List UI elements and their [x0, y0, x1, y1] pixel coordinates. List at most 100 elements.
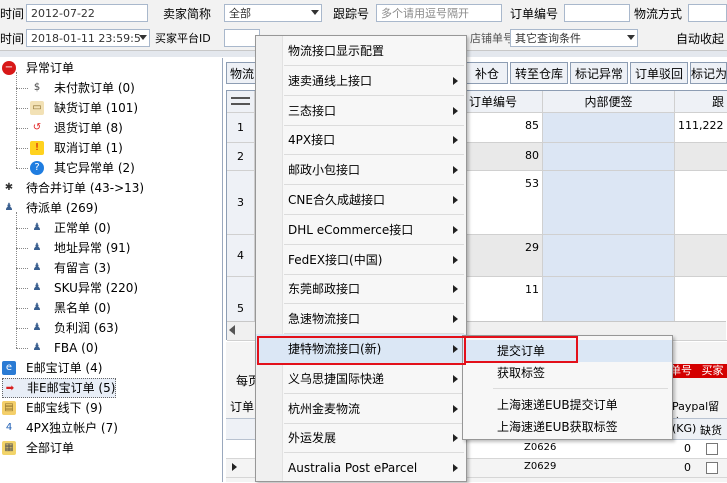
menu-item[interactable]: 物流接口显示配置	[256, 36, 466, 66]
weight-cell: 0	[684, 442, 691, 455]
menu-item[interactable]: 东莞邮政接口	[256, 274, 466, 304]
tree-item-label: 退货订单 (8)	[54, 121, 123, 135]
tree-item[interactable]: ♟ 有留言 (3)	[30, 258, 111, 278]
order-no-cell[interactable]: 80	[467, 143, 543, 171]
menu-item[interactable]: 三态接口	[256, 96, 466, 126]
tree-item[interactable]: ♟ 正常单 (0)	[30, 218, 111, 238]
tree-item-label: 待合并订单 (43->13)	[26, 181, 145, 195]
menu-item[interactable]: 义乌思捷国际快递	[256, 364, 466, 394]
mark-as-button[interactable]: 标记为	[690, 62, 727, 84]
tree-item[interactable]: $ 未付款订单 (0)	[30, 78, 135, 98]
grid-corner[interactable]	[227, 91, 255, 113]
tree-connector	[16, 308, 28, 309]
row-number[interactable]: 4	[227, 235, 255, 277]
tree-item[interactable]: − 异常订单	[2, 58, 74, 78]
tree-item[interactable]: ✱ 待合并订单 (43->13)	[2, 178, 144, 198]
logistics-button[interactable]: 物流	[226, 62, 258, 84]
memo-cell[interactable]	[543, 235, 675, 277]
tree-item[interactable]: ▤ E邮宝线下 (9)	[2, 398, 102, 418]
col-header-memo[interactable]: 内部便签	[543, 91, 675, 113]
row-number[interactable]: 2	[227, 143, 255, 171]
missing-checkbox[interactable]	[706, 462, 718, 474]
shop-order-label: 店铺单号	[470, 32, 514, 45]
order-label: 订单	[230, 400, 255, 414]
tab-buyer[interactable]: 买家	[696, 364, 724, 377]
seller-select[interactable]: 全部	[224, 4, 322, 22]
tree-item[interactable]: 4 4PX独立帐户 (7)	[2, 418, 118, 438]
missing-checkbox[interactable]	[706, 443, 718, 455]
submenu-arrow-icon	[453, 196, 458, 204]
order-no-cell[interactable]: 29	[467, 235, 543, 277]
tree-item[interactable]: ♟ 黑名单 (0)	[30, 298, 111, 318]
row-number[interactable]: 1	[227, 113, 255, 143]
chevron-down-icon	[311, 10, 319, 15]
memo-cell[interactable]	[543, 171, 675, 235]
row-number[interactable]: 3	[227, 171, 255, 235]
tracking-input[interactable]: 多个请用逗号隔开	[376, 4, 502, 22]
auto-close-toggle[interactable]: 自动收起	[676, 30, 724, 47]
col-header-order-no[interactable]: 订单编号	[467, 91, 543, 113]
time-label: 时间	[0, 7, 25, 21]
memo-cell[interactable]	[543, 143, 675, 171]
to-warehouse-button[interactable]: 转至仓库	[510, 62, 568, 84]
menu-item[interactable]: 外运发展	[256, 423, 466, 453]
tree-item[interactable]: ▭ 缺货订单 (101)	[30, 98, 138, 118]
menu-item[interactable]: 杭州金麦物流	[256, 394, 466, 424]
menu-item[interactable]: 速卖通线上接口	[256, 66, 466, 96]
menu-item[interactable]: FedEX接口(中国)	[256, 245, 466, 275]
track-cell[interactable]	[675, 143, 727, 171]
logistics-select[interactable]	[688, 4, 727, 22]
missing-label: 缺货	[700, 424, 722, 437]
folder-icon: ▤	[2, 401, 16, 415]
other-query-select[interactable]: 其它查询条件	[510, 29, 638, 47]
tree-item[interactable]: ♟ 地址异常 (91)	[30, 238, 131, 258]
tree-connector	[16, 168, 28, 169]
tree-item[interactable]: ↺ 退货订单 (8)	[30, 118, 123, 138]
chevron-down-icon	[627, 35, 635, 40]
menu-item[interactable]: CNE合久成越接口	[256, 185, 466, 215]
memo-cell[interactable]	[543, 113, 675, 143]
menu-separator	[493, 388, 668, 389]
grid-menu-icon	[231, 97, 250, 105]
restock-button[interactable]: 补仓	[466, 62, 508, 84]
track-cell[interactable]	[675, 235, 727, 277]
tree-connector	[16, 328, 28, 329]
menu-item[interactable]: 邮政小包接口	[256, 155, 466, 185]
submenu-item[interactable]: 获取标签	[463, 362, 672, 384]
reject-button[interactable]: 订单驳回	[630, 62, 688, 84]
tree-item[interactable]: ♟ 负利润 (63)	[30, 318, 119, 338]
order-no-cell[interactable]: 53	[467, 171, 543, 235]
seller-label: 卖家简称	[163, 7, 212, 21]
end-date-input[interactable]: 2018-01-11 23:59:5	[26, 29, 150, 47]
menu-item[interactable]: Australia Post eParcel	[256, 453, 466, 483]
tree-item[interactable]: ▦ 全部订单	[2, 438, 74, 458]
tree-item[interactable]: e E邮宝订单 (4)	[2, 358, 102, 378]
mark-abnormal-button[interactable]: 标记异常	[570, 62, 628, 84]
seller-select-value: 全部	[229, 7, 251, 20]
tree-item[interactable]: ♟ SKU异常 (220)	[30, 278, 139, 298]
track-cell[interactable]	[675, 171, 727, 235]
tree-item[interactable]: ♟ FBA (0)	[30, 338, 99, 358]
col-header-track[interactable]: 跟	[675, 91, 727, 113]
submenu-item-label: 获取标签	[497, 366, 546, 380]
order-no-input[interactable]	[564, 4, 630, 22]
menu-item[interactable]: DHL eCommerce接口	[256, 215, 466, 245]
menu-item-label: DHL eCommerce接口	[288, 222, 414, 237]
start-date-input[interactable]: 2012-07-22	[26, 4, 148, 22]
submenu-item[interactable]: 上海速递EUB获取标签	[463, 416, 672, 438]
tree-item-label: 异常订单	[26, 61, 75, 75]
tracking-label: 跟踪号	[333, 7, 370, 21]
tree-item[interactable]: ? 其它异常单 (2)	[30, 158, 135, 178]
dollar-icon: $	[33, 82, 41, 93]
tree-item[interactable]: ➡ 非E邮宝订单 (5)	[2, 378, 117, 398]
tree-item[interactable]: ! 取消订单 (1)	[30, 138, 123, 158]
menu-item-label: 物流接口显示配置	[288, 44, 385, 58]
menu-item[interactable]: 急速物流接口	[256, 304, 466, 334]
order-no-cell[interactable]: 85	[467, 113, 543, 143]
track-cell[interactable]: 111,222	[675, 113, 727, 143]
submenu-item[interactable]: 上海速递EUB提交订单	[463, 394, 672, 416]
menu-item[interactable]: 4PX接口	[256, 125, 466, 155]
scroll-left-icon[interactable]	[229, 325, 235, 335]
4px-icon: 4	[5, 422, 13, 433]
tree-item-label: 全部订单	[26, 441, 75, 455]
